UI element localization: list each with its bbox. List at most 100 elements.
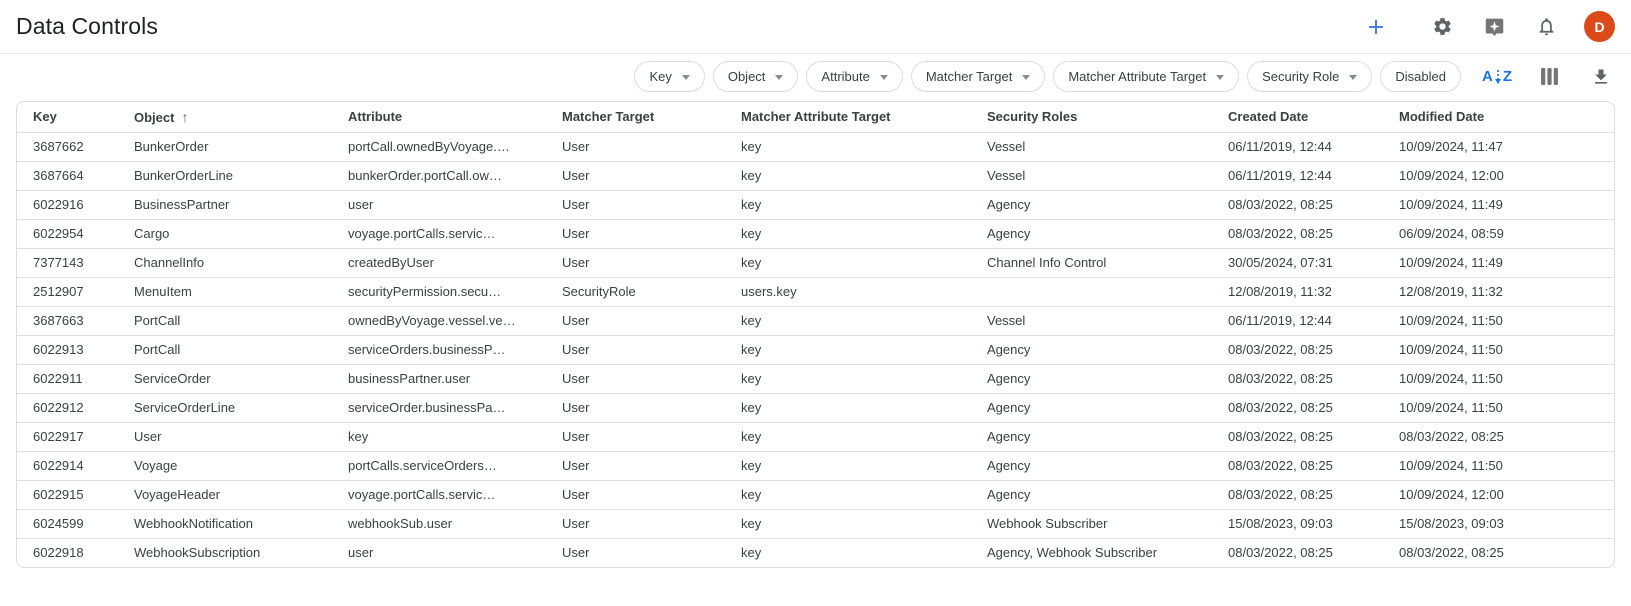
table-row[interactable]: 6022916BusinessPartneruserUserkeyAgency0… (17, 190, 1614, 219)
table-row[interactable]: 6022917UserkeyUserkeyAgency08/03/2022, 0… (17, 422, 1614, 451)
filter-chip-matcher-attribute-target[interactable]: Matcher Attribute Target (1053, 61, 1239, 92)
table-cell: 30/05/2024, 07:31 (1212, 248, 1383, 277)
sparkle-badge-button[interactable] (1480, 13, 1508, 41)
filter-chip-row: Key ObjectAttribute Matcher Target Matcher … (634, 61, 1461, 92)
notifications-button[interactable] (1532, 13, 1560, 41)
column-header-attribute[interactable]: Attribute (332, 102, 546, 132)
column-header-label: Security Roles (987, 109, 1077, 124)
table-row[interactable]: 6022918WebhookSubscriptionuserUserkeyAge… (17, 538, 1614, 567)
table-cell: user (332, 538, 546, 567)
table-cell: 6022916 (17, 190, 118, 219)
table-cell: Voyage (118, 451, 332, 480)
table-cell: key (725, 132, 971, 161)
table-cell: Agency (971, 480, 1212, 509)
table-cell: 10/09/2024, 11:50 (1383, 451, 1614, 480)
table-cell: 10/09/2024, 12:00 (1383, 161, 1614, 190)
column-header-security-roles[interactable]: Security Roles (971, 102, 1212, 132)
add-icon (1364, 15, 1388, 39)
download-button[interactable] (1587, 63, 1615, 91)
page-title: Data Controls (16, 13, 158, 40)
notifications-bell-icon (1536, 16, 1557, 37)
column-header-modified-date[interactable]: Modified Date (1383, 102, 1614, 132)
filter-chip-object[interactable]: Object (713, 61, 799, 92)
filter-chip-matcher-target[interactable]: Matcher Target (911, 61, 1045, 92)
table-header-row: KeyObject↑ Attribute Matcher TargetMatcher… (17, 102, 1614, 132)
table-cell: WebhookSubscription (118, 538, 332, 567)
table-cell: ChannelInfo (118, 248, 332, 277)
table-cell: 08/03/2022, 08:25 (1212, 422, 1383, 451)
table-cell: 10/09/2024, 11:49 (1383, 248, 1614, 277)
table-cell: key (725, 161, 971, 190)
table-body: 3687662BunkerOrderportCall.ownedByVoyage… (17, 132, 1614, 567)
table-cell: securityPermission.secu… (332, 277, 546, 306)
filter-chip-security-role[interactable]: Security Role (1247, 61, 1372, 92)
add-button[interactable] (1362, 13, 1390, 41)
table-cell: 6024599 (17, 509, 118, 538)
table-row[interactable]: 6022913PortCallserviceOrders.businessP…U… (17, 335, 1614, 364)
table-row[interactable]: 6022954Cargovoyage.portCalls.servic…User… (17, 219, 1614, 248)
table-cell: 10/09/2024, 11:49 (1383, 190, 1614, 219)
table-cell: 10/09/2024, 11:47 (1383, 132, 1614, 161)
table-cell: User (546, 393, 725, 422)
column-header-matcher-target[interactable]: Matcher Target (546, 102, 725, 132)
filter-chip-attribute[interactable]: Attribute (806, 61, 902, 92)
table-cell: 08/03/2022, 08:25 (1212, 364, 1383, 393)
table-cell: webhookSub.user (332, 509, 546, 538)
table-row[interactable]: 6022915VoyageHeadervoyage.portCalls.serv… (17, 480, 1614, 509)
table-row[interactable]: 6022911ServiceOrderbusinessPartner.userU… (17, 364, 1614, 393)
table-cell: 15/08/2023, 09:03 (1212, 509, 1383, 538)
table-cell: Agency (971, 422, 1212, 451)
filter-chip-key[interactable]: Key (634, 61, 704, 92)
table-cell: bunkerOrder.portCall.ow… (332, 161, 546, 190)
table-cell: WebhookNotification (118, 509, 332, 538)
table-cell: Agency (971, 190, 1212, 219)
columns-button[interactable] (1535, 63, 1563, 91)
table-cell: MenuItem (118, 277, 332, 306)
table-cell: PortCall (118, 335, 332, 364)
table-cell: key (725, 451, 971, 480)
table-cell: 08/03/2022, 08:25 (1383, 538, 1614, 567)
column-header-matcher-attribute-target[interactable]: Matcher Attribute Target (725, 102, 971, 132)
table-row[interactable]: 3687664BunkerOrderLinebunkerOrder.portCa… (17, 161, 1614, 190)
avatar[interactable]: D (1584, 11, 1615, 42)
table-row[interactable]: 3687662BunkerOrderportCall.ownedByVoyage… (17, 132, 1614, 161)
table-cell: 6022912 (17, 393, 118, 422)
filter-chip-label: Key (649, 69, 671, 84)
table-cell: User (546, 219, 725, 248)
table-cell: 08/03/2022, 08:25 (1212, 393, 1383, 422)
filter-chip-disabled[interactable]: Disabled (1380, 61, 1461, 92)
column-header-created-date[interactable]: Created Date (1212, 102, 1383, 132)
table-cell: key (725, 509, 971, 538)
table-cell: User (546, 451, 725, 480)
table-cell: 06/09/2024, 08:59 (1383, 219, 1614, 248)
column-header-label: Attribute (348, 109, 402, 124)
app-header: Data Controls D (0, 0, 1631, 53)
chevron-down-icon (880, 75, 888, 80)
table-cell: createdByUser (332, 248, 546, 277)
settings-button[interactable] (1428, 13, 1456, 41)
table-cell: 7377143 (17, 248, 118, 277)
table-cell: 6022913 (17, 335, 118, 364)
table-row[interactable]: 6022912ServiceOrderLineserviceOrder.busi… (17, 393, 1614, 422)
table-cell: 12/08/2019, 11:32 (1212, 277, 1383, 306)
sort-alphabetical-button[interactable]: AZ (1483, 63, 1511, 91)
table-cell: voyage.portCalls.servic… (332, 219, 546, 248)
table-row[interactable]: 2512907MenuItemsecurityPermission.secu…S… (17, 277, 1614, 306)
table-row[interactable]: 6022914VoyageportCalls.serviceOrders…Use… (17, 451, 1614, 480)
table-cell: Vessel (971, 306, 1212, 335)
table-row[interactable]: 3687663PortCallownedByVoyage.vessel.ve…U… (17, 306, 1614, 335)
table-cell: User (546, 480, 725, 509)
column-header-object[interactable]: Object↑ (118, 102, 332, 132)
table-cell: users.key (725, 277, 971, 306)
table-row[interactable]: 7377143ChannelInfocreatedByUserUserkeyCh… (17, 248, 1614, 277)
table-cell: Cargo (118, 219, 332, 248)
table-cell: User (546, 306, 725, 335)
table-cell: 10/09/2024, 12:00 (1383, 480, 1614, 509)
table-cell: SecurityRole (546, 277, 725, 306)
table-row[interactable]: 6024599WebhookNotificationwebhookSub.use… (17, 509, 1614, 538)
table-cell: ServiceOrderLine (118, 393, 332, 422)
table-cell: 10/09/2024, 11:50 (1383, 335, 1614, 364)
column-header-key[interactable]: Key (17, 102, 118, 132)
table-cell: key (725, 480, 971, 509)
table-cell: User (546, 538, 725, 567)
